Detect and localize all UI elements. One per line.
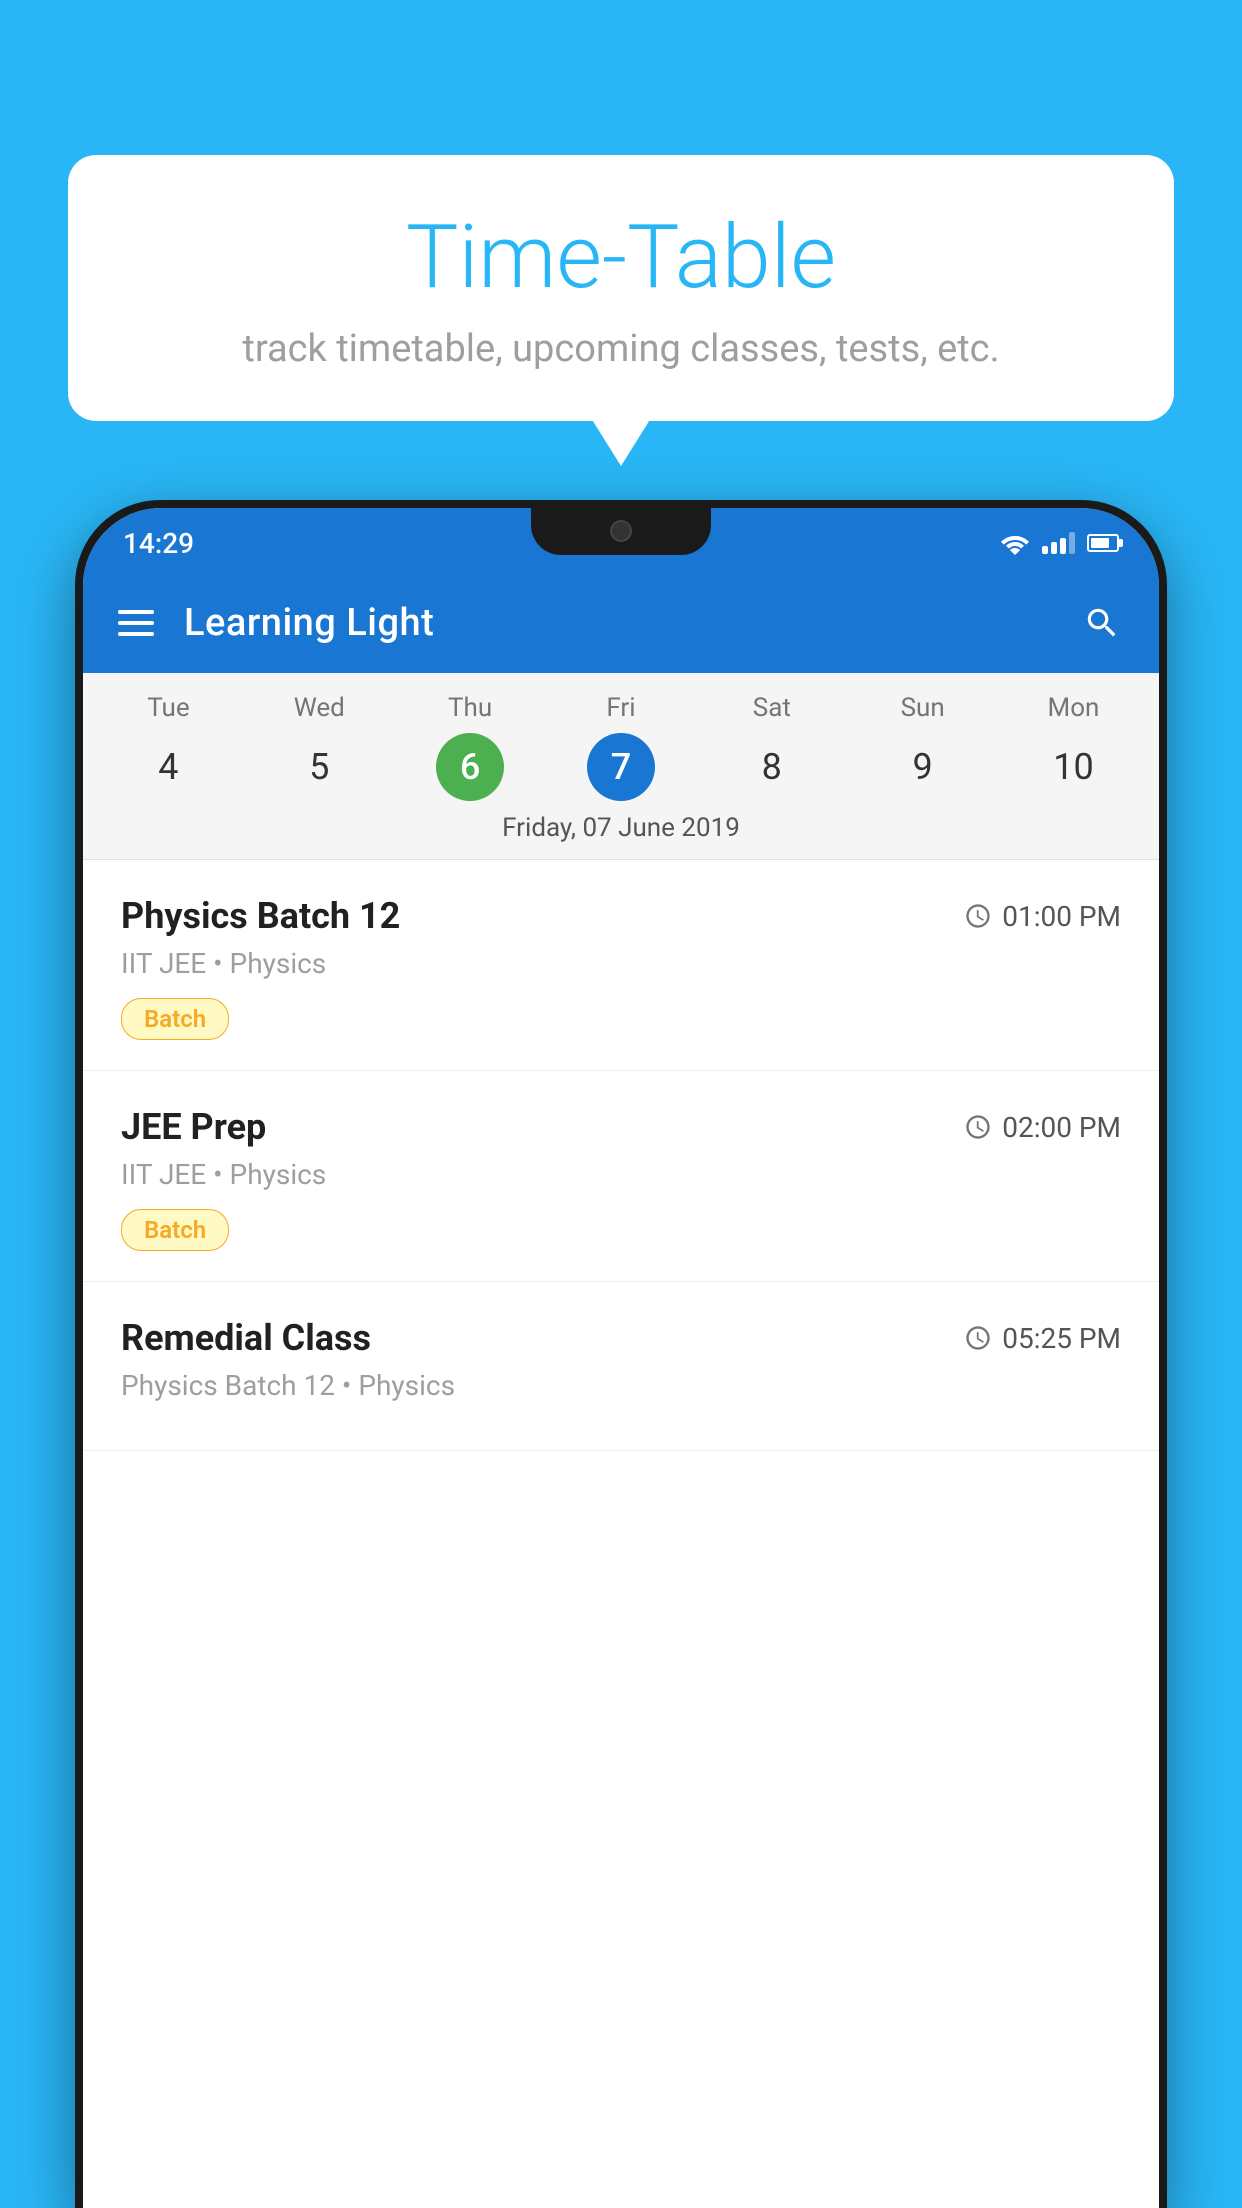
- day-headers: Tue Wed Thu Fri Sat Sun Mon: [93, 693, 1149, 723]
- day-num-4: 4: [134, 733, 202, 801]
- bubble-subtitle: track timetable, upcoming classes, tests…: [128, 327, 1114, 371]
- day-5[interactable]: 5: [244, 733, 395, 801]
- day-8[interactable]: 8: [696, 733, 847, 801]
- class-time-3: 05:25 PM: [964, 1322, 1121, 1355]
- app-title: Learning Light: [184, 601, 1050, 645]
- class-time-1: 01:00 PM: [964, 900, 1121, 933]
- class-name-1: Physics Batch 12: [121, 895, 400, 937]
- hamburger-menu-icon[interactable]: [118, 610, 154, 636]
- hamburger-line-2: [118, 621, 154, 625]
- class-sub-2: IIT JEE • Physics: [121, 1158, 1121, 1191]
- hamburger-line-1: [118, 610, 154, 614]
- wifi-icon: [1000, 531, 1030, 555]
- class-sub-1: IIT JEE • Physics: [121, 947, 1121, 980]
- class-time-2: 02:00 PM: [964, 1111, 1121, 1144]
- status-time: 14:29: [123, 527, 194, 560]
- day-10[interactable]: 10: [998, 733, 1149, 801]
- day-num-6: 6: [436, 733, 504, 801]
- phone-frame: 14:29: [75, 500, 1167, 2208]
- signal-icon: [1042, 532, 1075, 554]
- day-header-tue: Tue: [93, 693, 244, 723]
- search-button[interactable]: [1080, 601, 1124, 645]
- phone-screen: 14:29: [83, 508, 1159, 2208]
- day-header-sun: Sun: [847, 693, 998, 723]
- phone-notch: [531, 500, 711, 555]
- class-name-3: Remedial Class: [121, 1317, 371, 1359]
- clock-icon-2: [964, 1113, 992, 1141]
- speech-bubble: Time-Table track timetable, upcoming cla…: [68, 155, 1174, 421]
- day-num-7: 7: [587, 733, 655, 801]
- day-7[interactable]: 7: [546, 733, 697, 801]
- class-time-text-3: 05:25 PM: [1002, 1322, 1121, 1355]
- class-item-2[interactable]: JEE Prep 02:00 PM IIT JEE • Physics Batc…: [83, 1071, 1159, 1282]
- calendar-strip: Tue Wed Thu Fri Sat Sun Mon 4 5 6 7: [83, 673, 1159, 860]
- day-4[interactable]: 4: [93, 733, 244, 801]
- app-bar: Learning Light: [83, 573, 1159, 673]
- speech-bubble-container: Time-Table track timetable, upcoming cla…: [68, 155, 1174, 421]
- day-num-5: 5: [285, 733, 353, 801]
- day-header-fri: Fri: [546, 693, 697, 723]
- day-num-8: 8: [738, 733, 806, 801]
- day-6[interactable]: 6: [395, 733, 546, 801]
- bubble-title: Time-Table: [128, 210, 1114, 307]
- day-header-thu: Thu: [395, 693, 546, 723]
- day-num-10: 10: [1039, 733, 1107, 801]
- search-icon: [1083, 604, 1121, 642]
- class-item-3[interactable]: Remedial Class 05:25 PM Physics Batch 12…: [83, 1282, 1159, 1451]
- class-item-1-header: Physics Batch 12 01:00 PM: [121, 895, 1121, 937]
- hamburger-line-3: [118, 632, 154, 636]
- clock-icon-3: [964, 1324, 992, 1352]
- class-item-3-header: Remedial Class 05:25 PM: [121, 1317, 1121, 1359]
- day-header-sat: Sat: [696, 693, 847, 723]
- day-header-mon: Mon: [998, 693, 1149, 723]
- day-num-9: 9: [889, 733, 957, 801]
- class-name-2: JEE Prep: [121, 1106, 266, 1148]
- class-time-text-1: 01:00 PM: [1002, 900, 1121, 933]
- class-sub-3: Physics Batch 12 • Physics: [121, 1369, 1121, 1402]
- batch-badge-1: Batch: [121, 998, 229, 1040]
- phone-camera: [610, 520, 632, 542]
- batch-badge-2: Batch: [121, 1209, 229, 1251]
- selected-date-label: Friday, 07 June 2019: [93, 813, 1149, 859]
- clock-icon-1: [964, 902, 992, 930]
- day-9[interactable]: 9: [847, 733, 998, 801]
- class-item-1[interactable]: Physics Batch 12 01:00 PM IIT JEE • Phys…: [83, 860, 1159, 1071]
- battery-icon: [1087, 534, 1119, 552]
- class-time-text-2: 02:00 PM: [1002, 1111, 1121, 1144]
- status-icons: [1000, 531, 1119, 555]
- day-header-wed: Wed: [244, 693, 395, 723]
- day-numbers: 4 5 6 7 8 9 10: [93, 733, 1149, 801]
- class-item-2-header: JEE Prep 02:00 PM: [121, 1106, 1121, 1148]
